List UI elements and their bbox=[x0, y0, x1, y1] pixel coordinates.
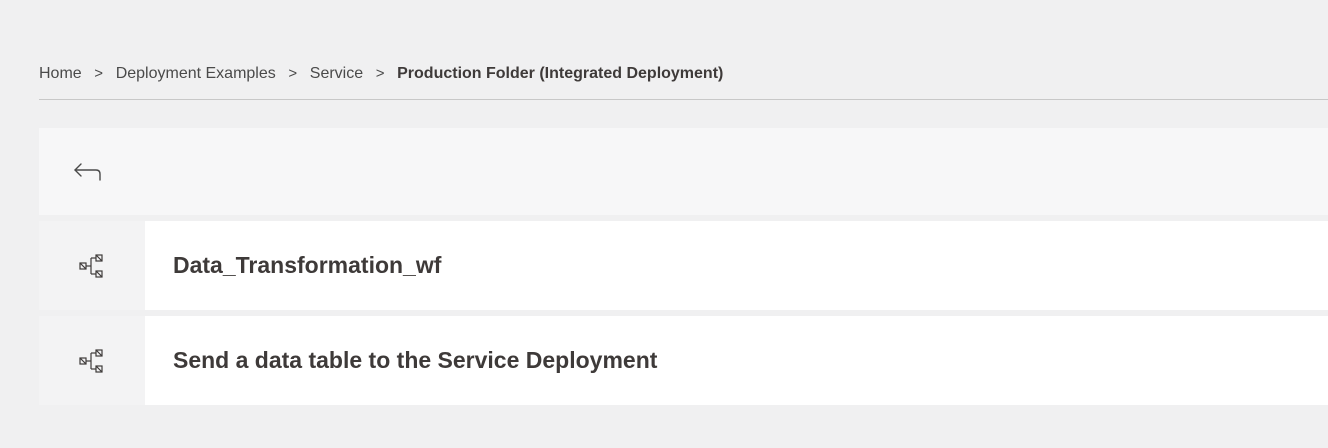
back-row[interactable] bbox=[39, 128, 1328, 215]
list-item-icon-cell bbox=[39, 221, 145, 310]
breadcrumb-current-folder: Production Folder (Integrated Deployment… bbox=[397, 64, 724, 82]
workflow-list: Data_Transformation_wf Send a data table bbox=[39, 221, 1328, 411]
breadcrumb-separator: > bbox=[288, 65, 298, 82]
breadcrumb-home[interactable]: Home bbox=[39, 65, 82, 83]
list-item[interactable]: Send a data table to the Service Deploym… bbox=[39, 316, 1328, 405]
page: Home > Deployment Examples > Service > P… bbox=[0, 0, 1328, 448]
breadcrumb-deployment-examples[interactable]: Deployment Examples bbox=[116, 65, 276, 83]
breadcrumb-separator: > bbox=[375, 65, 385, 82]
breadcrumb: Home > Deployment Examples > Service > P… bbox=[39, 52, 1328, 100]
back-arrow-icon[interactable] bbox=[72, 160, 104, 184]
workflow-icon bbox=[79, 253, 103, 278]
breadcrumb-separator: > bbox=[94, 65, 104, 82]
list-item[interactable]: Data_Transformation_wf bbox=[39, 221, 1328, 310]
workflow-icon bbox=[79, 348, 103, 373]
list-item-icon-cell bbox=[39, 316, 145, 405]
workflow-name[interactable]: Data_Transformation_wf bbox=[145, 221, 1328, 310]
workflow-name[interactable]: Send a data table to the Service Deploym… bbox=[145, 316, 1328, 405]
breadcrumb-service[interactable]: Service bbox=[310, 65, 363, 83]
